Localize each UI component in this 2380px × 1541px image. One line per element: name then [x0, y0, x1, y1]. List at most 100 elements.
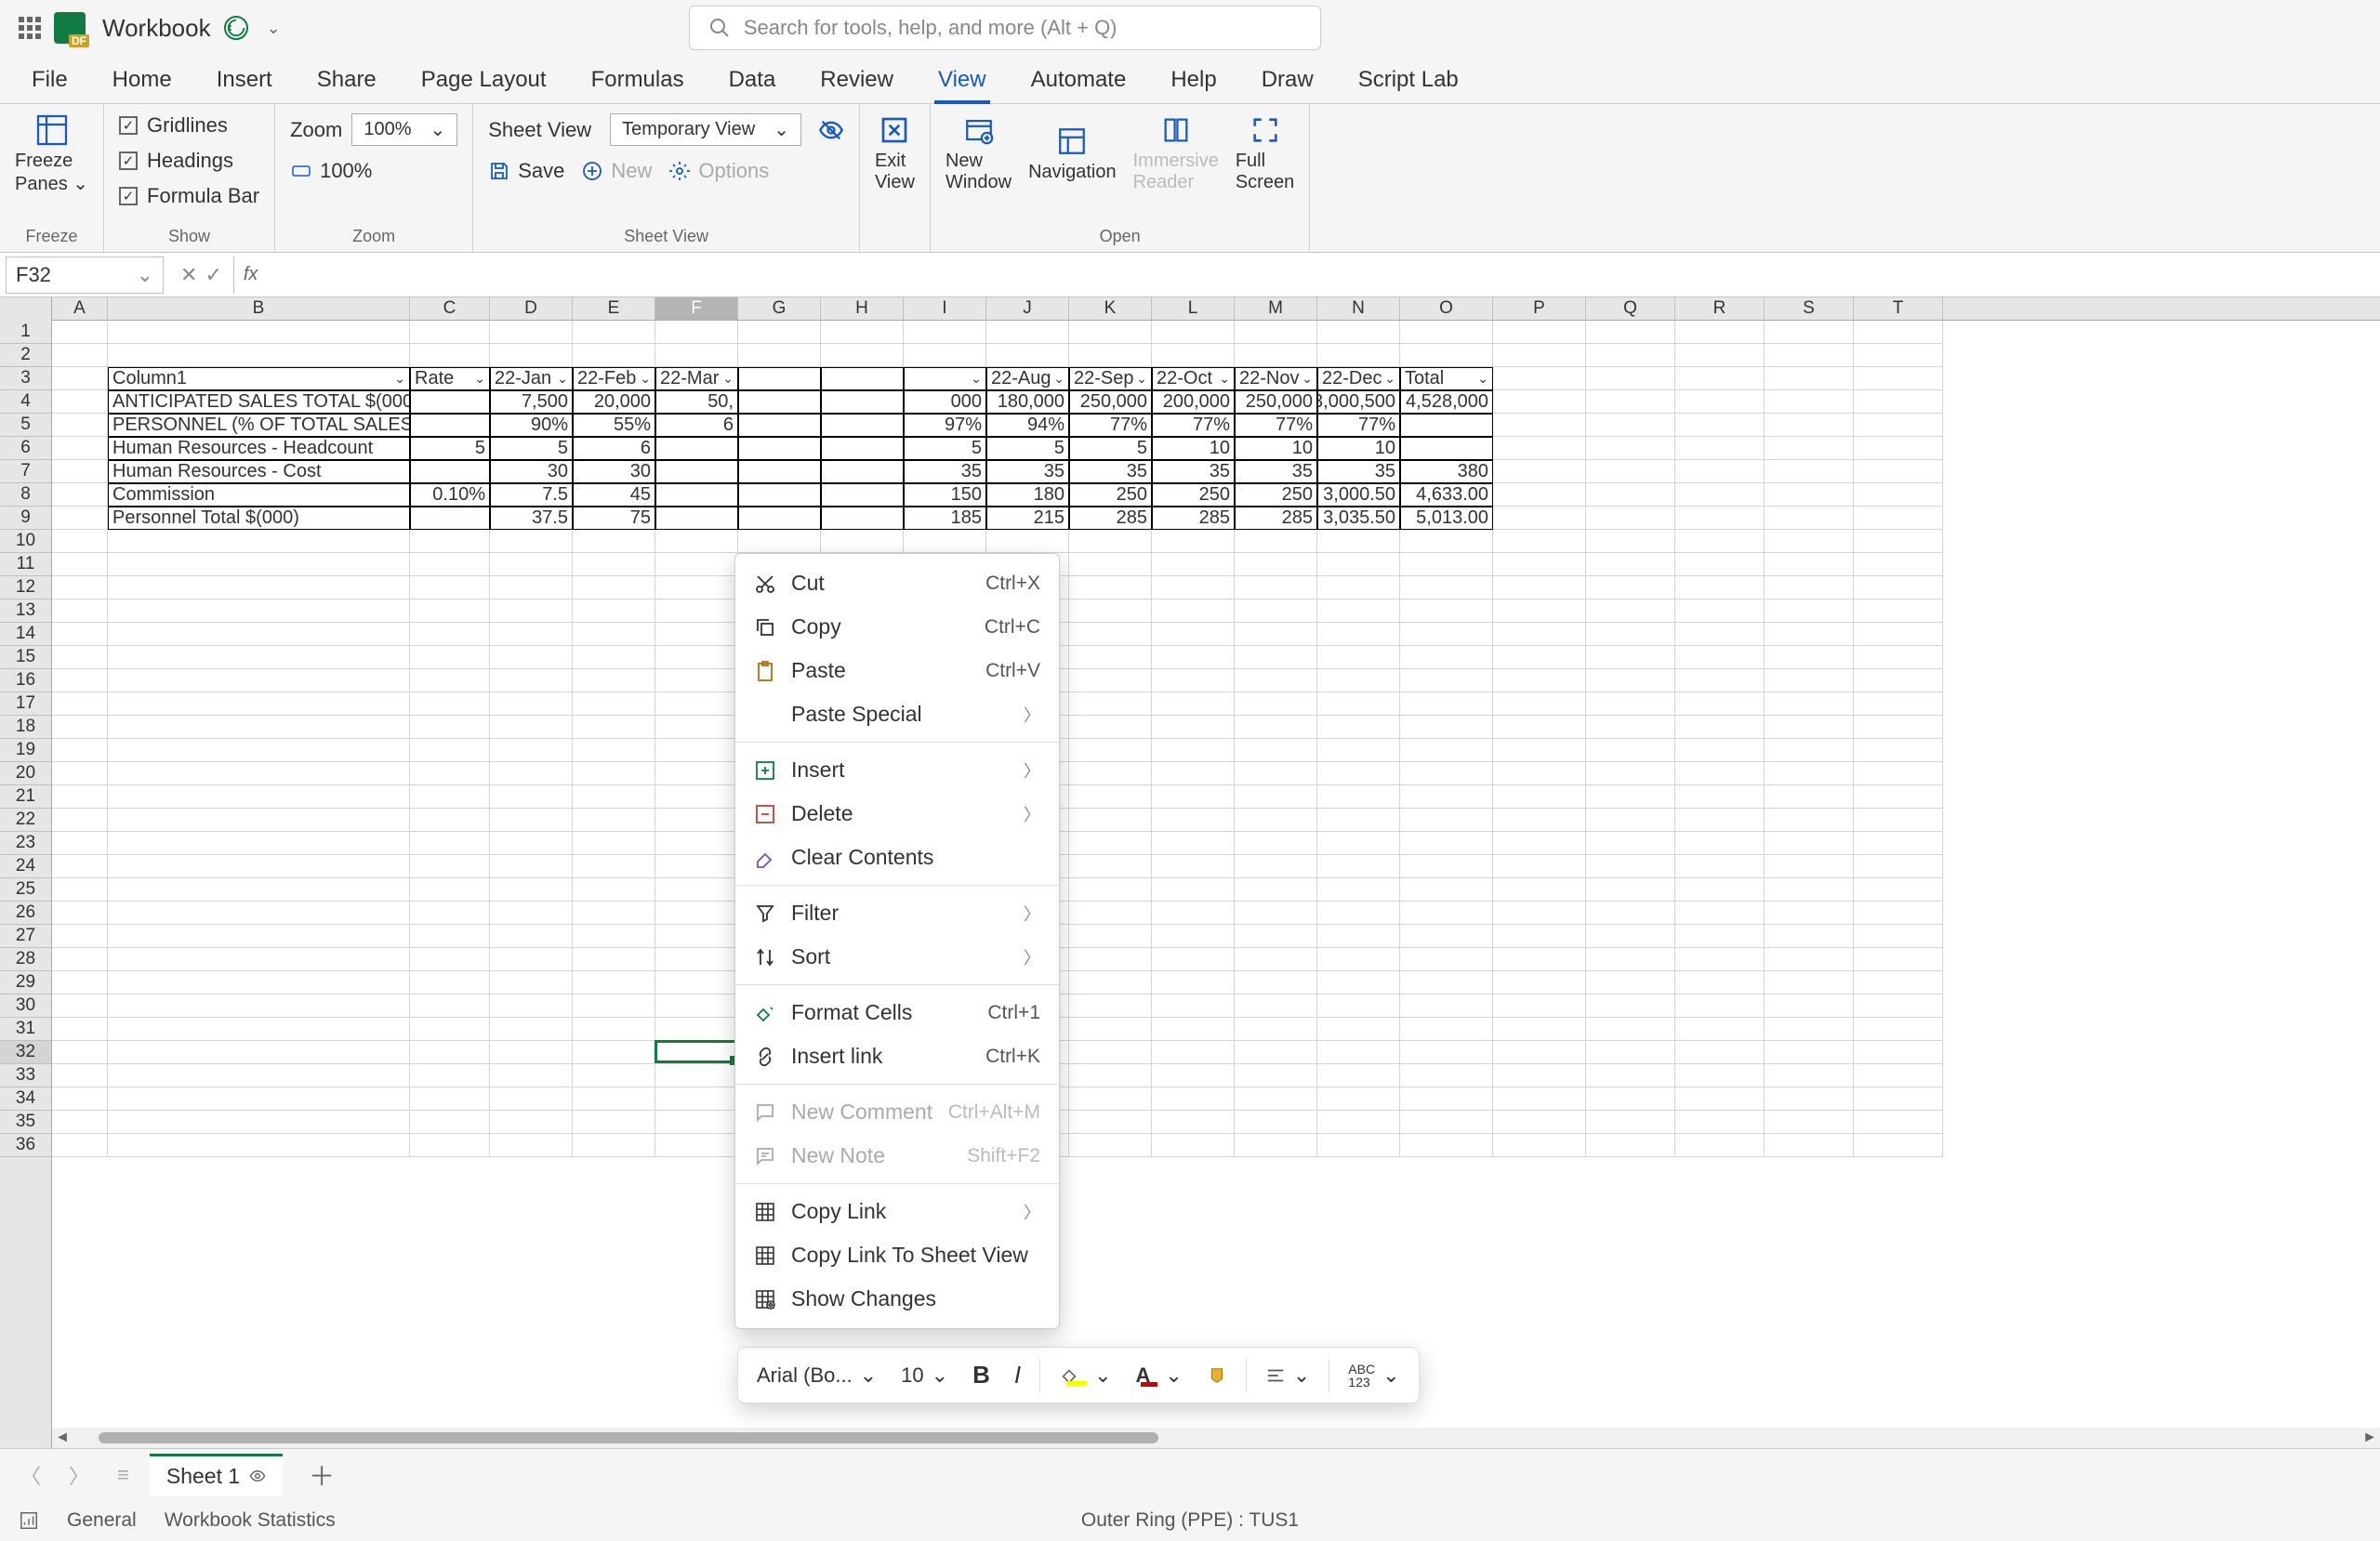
col-header-K[interactable]: K: [1069, 297, 1152, 320]
cell[interactable]: [1069, 599, 1152, 623]
cell[interactable]: [655, 925, 738, 948]
cell[interactable]: [1069, 344, 1152, 367]
cell[interactable]: [573, 1064, 655, 1087]
cell[interactable]: [1765, 878, 1854, 902]
col-header-D[interactable]: D: [490, 297, 573, 320]
cell[interactable]: [52, 994, 108, 1018]
cell[interactable]: [1493, 599, 1586, 623]
cell[interactable]: [1493, 994, 1586, 1018]
cell[interactable]: [1069, 785, 1152, 809]
cell[interactable]: [410, 344, 490, 367]
filter-dropdown-icon[interactable]: ⌄: [1136, 371, 1147, 387]
cell[interactable]: [1152, 646, 1235, 669]
cell[interactable]: [1069, 971, 1152, 994]
table-cell[interactable]: [410, 460, 490, 483]
exit-view-button[interactable]: ExitView: [875, 113, 915, 193]
cell[interactable]: [1152, 321, 1235, 344]
row-header-26[interactable]: 26: [0, 902, 51, 925]
cell[interactable]: [410, 785, 490, 809]
cell[interactable]: [573, 646, 655, 669]
cell[interactable]: [655, 878, 738, 902]
cell[interactable]: [1854, 1087, 1943, 1111]
table-cell[interactable]: 5: [1069, 437, 1152, 460]
horizontal-scrollbar[interactable]: ◄ ►: [52, 1428, 2380, 1448]
table-cell[interactable]: 285: [1069, 507, 1152, 530]
freeze-panes-button[interactable]: FreezePanes ⌄: [15, 113, 88, 195]
col-header-O[interactable]: O: [1400, 297, 1493, 320]
cell[interactable]: [1765, 599, 1854, 623]
filter-dropdown-icon[interactable]: ⌄: [1477, 371, 1488, 387]
table-cell[interactable]: 55%: [573, 414, 655, 437]
cell[interactable]: [1317, 553, 1400, 576]
cell[interactable]: [1493, 925, 1586, 948]
cell[interactable]: [52, 623, 108, 646]
cell[interactable]: [1765, 576, 1854, 599]
table-cell[interactable]: [410, 414, 490, 437]
cell[interactable]: [410, 971, 490, 994]
cell[interactable]: [1854, 925, 1943, 948]
cell[interactable]: [1235, 599, 1317, 623]
cell[interactable]: [1235, 344, 1317, 367]
table-cell[interactable]: 3,000.50: [1317, 483, 1400, 507]
tab-data[interactable]: Data: [708, 56, 797, 103]
all-sheets-button[interactable]: ≡: [110, 1459, 137, 1491]
cell[interactable]: [1400, 669, 1493, 692]
table-cell[interactable]: 180: [986, 483, 1069, 507]
table-cell[interactable]: 75: [573, 507, 655, 530]
cell[interactable]: [1675, 460, 1765, 483]
table-cell[interactable]: 5: [904, 437, 986, 460]
cell[interactable]: [573, 785, 655, 809]
table-cell[interactable]: Human Resources - Cost: [108, 460, 410, 483]
cell[interactable]: [1586, 414, 1675, 437]
table-cell[interactable]: Personnel Total $(000): [108, 507, 410, 530]
table-cell[interactable]: 250: [1235, 483, 1317, 507]
cell[interactable]: [490, 1064, 573, 1087]
cell[interactable]: [1854, 692, 1943, 716]
cell[interactable]: [1493, 948, 1586, 971]
cell[interactable]: [573, 971, 655, 994]
cell[interactable]: [1586, 507, 1675, 530]
font-color-button[interactable]: A ⌄: [1127, 1356, 1192, 1395]
cell[interactable]: [1235, 785, 1317, 809]
cell[interactable]: [573, 948, 655, 971]
cell[interactable]: [1235, 623, 1317, 646]
table-cell[interactable]: 30: [490, 460, 573, 483]
italic-button[interactable]: I: [1005, 1353, 1030, 1397]
cell[interactable]: [1317, 576, 1400, 599]
cell[interactable]: [1586, 832, 1675, 855]
cell[interactable]: [1069, 902, 1152, 925]
cell[interactable]: [655, 692, 738, 716]
cell[interactable]: [1400, 785, 1493, 809]
menu-item-copy-link[interactable]: Copy Link〉: [735, 1190, 1059, 1233]
tab-page-layout[interactable]: Page Layout: [401, 56, 567, 103]
cell[interactable]: [573, 623, 655, 646]
cell[interactable]: [108, 994, 410, 1018]
table-cell[interactable]: [738, 437, 821, 460]
cell[interactable]: [655, 321, 738, 344]
cell[interactable]: [490, 1111, 573, 1134]
cell[interactable]: [1586, 785, 1675, 809]
cell[interactable]: [1765, 530, 1854, 553]
row-header-34[interactable]: 34: [0, 1087, 51, 1111]
tab-review[interactable]: Review: [800, 56, 914, 103]
table-cell[interactable]: 0.10%: [410, 483, 490, 507]
cell[interactable]: [490, 692, 573, 716]
cell[interactable]: [1675, 1087, 1765, 1111]
table-header[interactable]: 22-Dec⌄: [1317, 367, 1400, 390]
cell[interactable]: [410, 576, 490, 599]
cell[interactable]: [1152, 855, 1235, 878]
table-cell[interactable]: 77%: [1152, 414, 1235, 437]
row-header-23[interactable]: 23: [0, 832, 51, 855]
sheet-tab-active[interactable]: Sheet 1: [150, 1454, 283, 1496]
cell[interactable]: [1069, 692, 1152, 716]
table-cell[interactable]: 285: [1235, 507, 1317, 530]
cell[interactable]: [410, 669, 490, 692]
cell[interactable]: [1586, 692, 1675, 716]
cell[interactable]: [1069, 878, 1152, 902]
cell[interactable]: [655, 599, 738, 623]
search-input[interactable]: Search for tools, help, and more (Alt + …: [689, 6, 1321, 50]
table-cell[interactable]: [821, 437, 904, 460]
cell[interactable]: [1854, 390, 1943, 414]
scroll-right-icon[interactable]: ►: [2360, 1429, 2380, 1446]
table-cell[interactable]: 5: [410, 437, 490, 460]
